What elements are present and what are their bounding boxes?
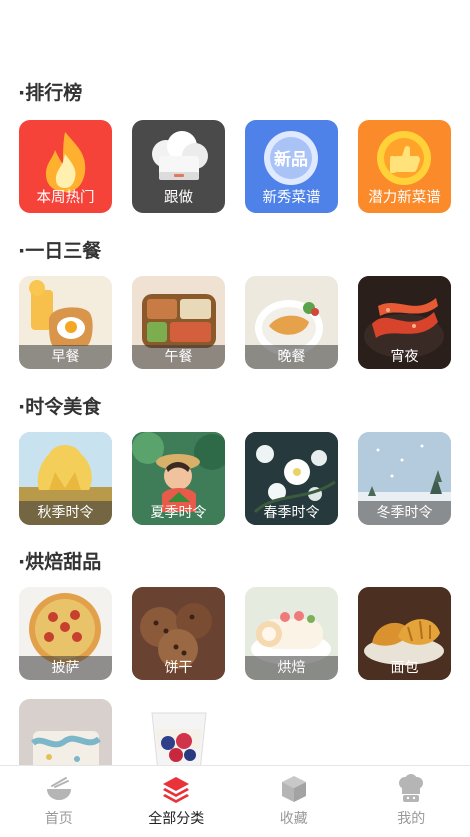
- seasonal-row: 秋季时令 夏季时令 春季时令 冬季时令: [19, 432, 451, 525]
- tab-all-categories[interactable]: 全部分类: [118, 766, 236, 837]
- tile-label: 冬季时令: [358, 501, 451, 525]
- tab-label: 收藏: [279, 811, 308, 827]
- tile-summer[interactable]: 夏季时令: [132, 432, 225, 525]
- tab-label: 我的: [397, 811, 426, 827]
- tile-autumn[interactable]: 秋季时令: [19, 432, 112, 525]
- baking-row: 披萨 饼干 烘焙 面包: [19, 587, 451, 680]
- tile-spring[interactable]: 春季时令: [245, 432, 338, 525]
- svg-text:新品: 新品: [274, 149, 308, 170]
- tile-pizza[interactable]: 披萨: [19, 587, 112, 680]
- tile-label: 午餐: [132, 345, 225, 369]
- tile-breakfast[interactable]: 早餐: [19, 276, 112, 369]
- section-title-meals: ·一日三餐: [18, 240, 102, 262]
- tile-label: 披萨: [19, 656, 112, 680]
- section-title-baking: ·烘焙甜品: [18, 551, 102, 573]
- tab-home[interactable]: 首页: [0, 766, 118, 837]
- tile-label: 饼干: [164, 660, 193, 676]
- tile-late-night[interactable]: 宵夜: [358, 276, 451, 369]
- box-icon: [281, 776, 306, 802]
- bowl-icon: [46, 777, 71, 800]
- tile-label: 宵夜: [390, 349, 419, 365]
- tile-label: 潜力新菜谱: [368, 190, 441, 206]
- tile-bread[interactable]: 面包: [358, 587, 451, 680]
- section-title-seasonal: ·时令美食: [18, 396, 102, 418]
- tab-label: 首页: [44, 811, 73, 827]
- chef-icon: [399, 774, 424, 802]
- layers-icon: [163, 777, 190, 803]
- tab-mine[interactable]: 我的: [353, 766, 470, 837]
- tile-label: 跟做: [164, 190, 193, 206]
- tile-follow-cook[interactable]: 跟做: [132, 120, 225, 213]
- tile-weekly-hot[interactable]: 本周热门: [19, 120, 112, 213]
- tile-dinner[interactable]: 晚餐: [245, 276, 338, 369]
- tile-new-recipes[interactable]: 新品 新秀菜谱: [245, 120, 338, 213]
- tile-label: 面包: [390, 660, 419, 676]
- tile-label: 晚餐: [245, 345, 338, 369]
- section-title-ranking: ·排行榜: [18, 82, 83, 104]
- bottom-tab-bar: 首页 全部分类 收藏 我的: [0, 765, 470, 837]
- tile-lunch[interactable]: 午餐: [132, 276, 225, 369]
- tile-label: 新秀菜谱: [262, 190, 321, 206]
- tab-label: 全部分类: [148, 811, 205, 827]
- tile-cookies[interactable]: 饼干: [132, 587, 225, 680]
- tile-label: 春季时令: [263, 505, 320, 521]
- tile-label: 早餐: [19, 345, 112, 369]
- meals-row: 早餐 午餐 晚餐 宵夜: [19, 276, 451, 369]
- tile-label: 本周热门: [36, 190, 95, 206]
- tile-winter[interactable]: 冬季时令: [358, 432, 451, 525]
- tile-potential-recipes[interactable]: 潜力新菜谱: [358, 120, 451, 213]
- ranking-row: 本周热门 跟做 新品 新秀菜谱 潜力新菜谱: [19, 120, 451, 213]
- tile-baking[interactable]: 烘焙: [245, 587, 338, 680]
- tile-label: 秋季时令: [19, 501, 112, 525]
- tile-label: 烘焙: [245, 656, 338, 680]
- tile-label: 夏季时令: [150, 505, 207, 521]
- tab-favorites[interactable]: 收藏: [235, 766, 353, 837]
